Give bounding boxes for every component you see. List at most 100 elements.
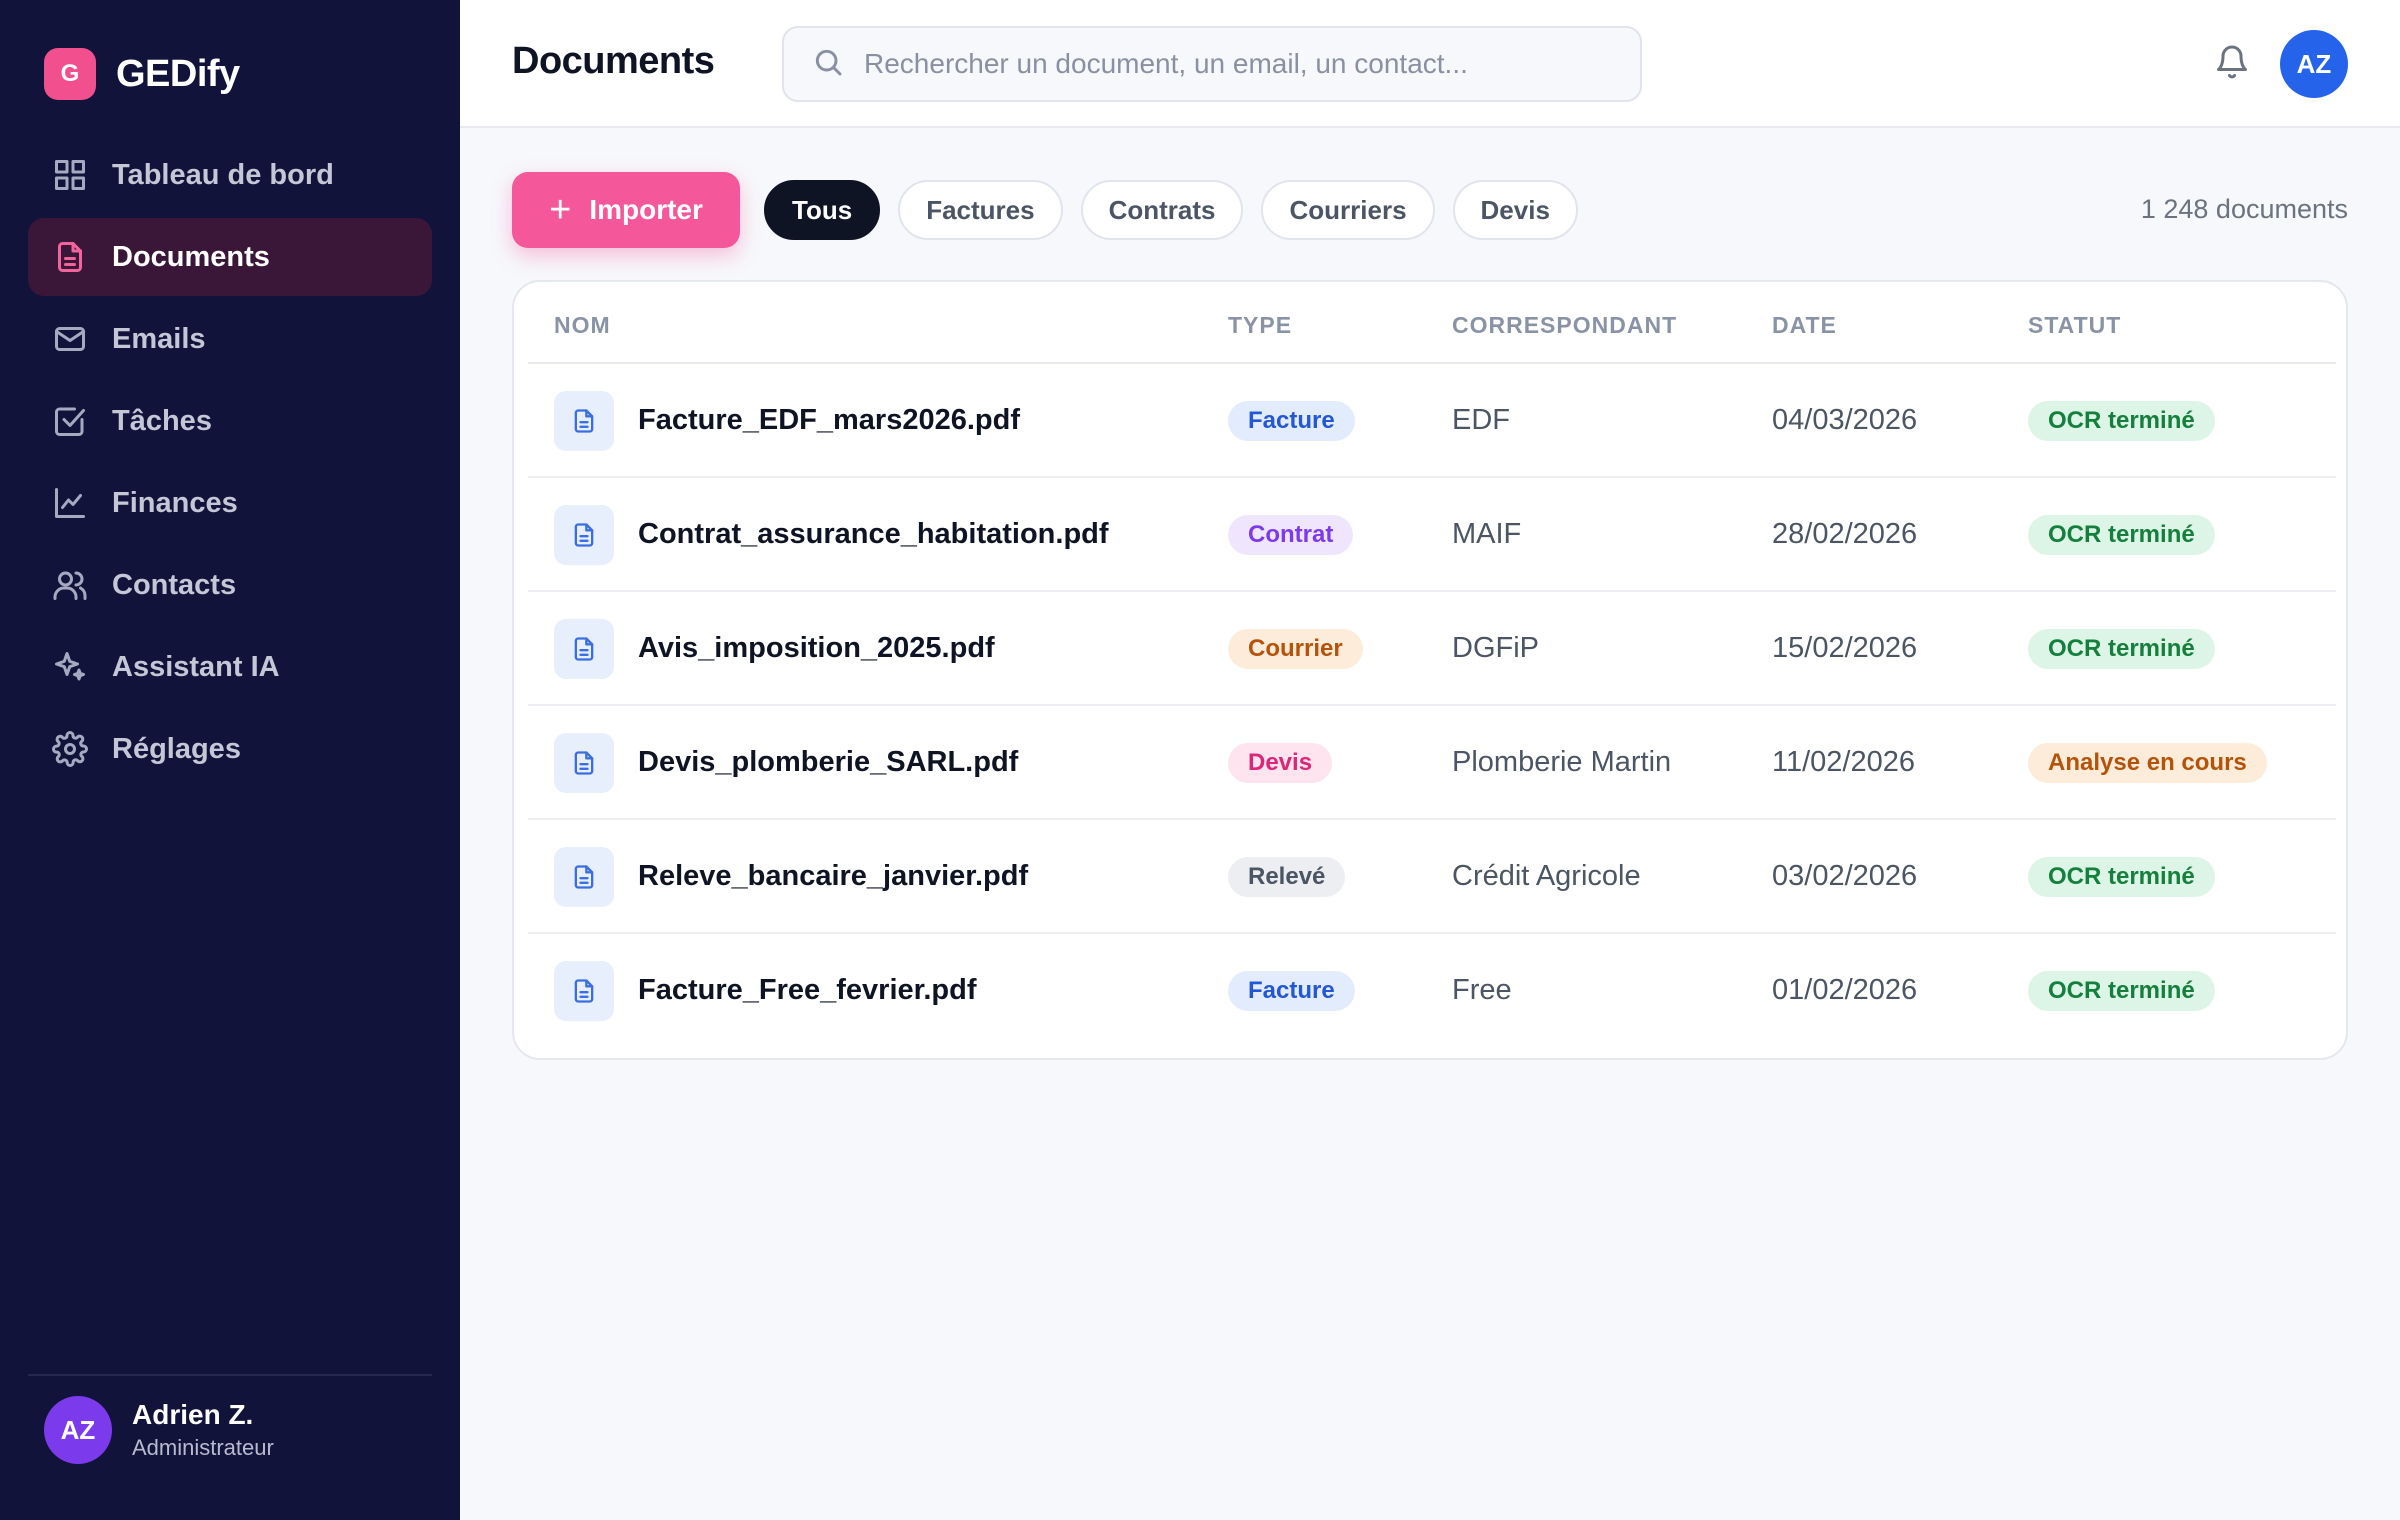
sidebar-divider — [28, 1374, 432, 1376]
column-header-correspondent[interactable]: CORRESPONDANT — [1452, 312, 1677, 339]
status-badge: OCR terminé — [2028, 971, 2215, 1011]
sidebar-item-label: Finances — [112, 486, 238, 519]
user-name: Adrien Z. — [132, 1399, 254, 1430]
sidebar: G GEDify Tableau de bord Documents Email… — [0, 0, 460, 1520]
document-date: 03/02/2026 — [1772, 860, 1918, 892]
filter-chip-courriers[interactable]: Courriers — [1261, 180, 1435, 240]
table-row[interactable]: Devis_plomberie_SARL.pdf Devis Plomberie… — [528, 706, 2336, 820]
sidebar-item-contacts[interactable]: Contacts — [28, 546, 432, 624]
sidebar-item-documents[interactable]: Documents — [28, 218, 432, 296]
sidebar-item-label: Documents — [112, 240, 270, 273]
filter-chips: Tous Factures Contrats Courriers Devis — [764, 180, 1596, 240]
chart-line-icon — [52, 485, 88, 521]
avatar: AZ — [44, 1396, 112, 1464]
document-date: 11/02/2026 — [1772, 746, 1915, 778]
status-badge: Analyse en cours — [2028, 743, 2267, 783]
document-name[interactable]: Contrat_assurance_habitation.pdf — [638, 518, 1109, 551]
gear-icon — [52, 731, 88, 767]
import-button[interactable]: + Importer — [512, 172, 740, 248]
plus-icon: + — [549, 189, 572, 231]
correspondent: MAIF — [1452, 518, 1522, 550]
document-name[interactable]: Devis_plomberie_SARL.pdf — [638, 746, 1018, 779]
filter-chip-contrats[interactable]: Contrats — [1080, 180, 1244, 240]
import-button-label: Importer — [589, 194, 703, 225]
table-row[interactable]: Facture_EDF_mars2026.pdf Facture EDF 04/… — [528, 364, 2336, 478]
type-badge: Facture — [1228, 401, 1355, 441]
document-name[interactable]: Releve_bancaire_janvier.pdf — [638, 860, 1028, 893]
filter-chip-devis[interactable]: Devis — [1452, 180, 1578, 240]
document-icon — [52, 239, 88, 275]
users-icon — [52, 567, 88, 603]
sparkles-icon — [52, 649, 88, 685]
app-name: GEDify — [116, 52, 240, 95]
bell-icon[interactable] — [2212, 40, 2252, 84]
correspondent: Free — [1452, 974, 1512, 1006]
sidebar-item-label: Assistant IA — [112, 650, 280, 683]
filter-chip-factures[interactable]: Factures — [898, 180, 1063, 240]
document-date: 28/02/2026 — [1772, 518, 1918, 550]
file-icon — [554, 847, 614, 907]
type-badge: Contrat — [1228, 515, 1354, 555]
sidebar-item-label: Tâches — [112, 404, 212, 437]
checkbox-icon — [52, 403, 88, 439]
status-badge: OCR terminé — [2028, 629, 2215, 669]
document-date: 04/03/2026 — [1772, 404, 1918, 436]
sidebar-item-label: Tableau de bord — [112, 158, 334, 191]
document-name[interactable]: Facture_Free_fevrier.pdf — [638, 974, 976, 1007]
column-header-type[interactable]: TYPE — [1228, 312, 1292, 339]
table-row[interactable]: Facture_Free_fevrier.pdf Facture Free 01… — [528, 934, 2336, 1048]
top-header: Documents AZ — [460, 0, 2400, 128]
sidebar-item-taches[interactable]: Tâches — [28, 382, 432, 460]
sidebar-item-assistant-ia[interactable]: Assistant IA — [28, 628, 432, 706]
document-count: 1 248 documents — [2140, 194, 2348, 224]
sidebar-nav: Tableau de bord Documents Emails Tâches … — [28, 136, 432, 792]
document-name[interactable]: Avis_imposition_2025.pdf — [638, 632, 995, 665]
file-icon — [554, 961, 614, 1021]
sidebar-item-tableau-de-bord[interactable]: Tableau de bord — [28, 136, 432, 214]
correspondent: Crédit Agricole — [1452, 860, 1641, 892]
column-header-status[interactable]: STATUT — [2028, 312, 2121, 339]
user-profile[interactable]: AZ Adrien Z. Administrateur — [44, 1396, 274, 1464]
file-icon — [554, 733, 614, 793]
correspondent: DGFiP — [1452, 632, 1539, 664]
sidebar-item-label: Emails — [112, 322, 206, 355]
brand[interactable]: G GEDify — [44, 48, 240, 100]
status-badge: OCR terminé — [2028, 401, 2215, 441]
column-header-name[interactable]: NOM — [554, 312, 611, 339]
column-header-date[interactable]: DATE — [1772, 312, 1837, 339]
grid-icon — [52, 157, 88, 193]
table-row[interactable]: Releve_bancaire_janvier.pdf Relevé Crédi… — [528, 820, 2336, 934]
correspondent: Plomberie Martin — [1452, 746, 1672, 778]
document-date: 01/02/2026 — [1772, 974, 1918, 1006]
table-row[interactable]: Contrat_assurance_habitation.pdf Contrat… — [528, 478, 2336, 592]
table-header: NOM TYPE CORRESPONDANT DATE STATUT — [528, 282, 2336, 364]
type-badge: Courrier — [1228, 629, 1363, 669]
sidebar-item-label: Réglages — [112, 732, 241, 765]
correspondent: EDF — [1452, 404, 1510, 436]
documents-table: NOM TYPE CORRESPONDANT DATE STATUT Factu… — [512, 280, 2348, 1060]
avatar[interactable]: AZ — [2280, 30, 2348, 98]
page-title: Documents — [512, 40, 715, 82]
sidebar-item-finances[interactable]: Finances — [28, 464, 432, 542]
type-badge: Relevé — [1228, 857, 1346, 897]
sidebar-item-label: Contacts — [112, 568, 237, 601]
type-badge: Facture — [1228, 971, 1355, 1011]
file-icon — [554, 619, 614, 679]
mail-icon — [52, 321, 88, 357]
search-box[interactable] — [782, 26, 1642, 102]
sidebar-item-emails[interactable]: Emails — [28, 300, 432, 378]
filter-chip-tous[interactable]: Tous — [764, 180, 881, 240]
status-badge: OCR terminé — [2028, 515, 2215, 555]
type-badge: Devis — [1228, 743, 1333, 783]
status-badge: OCR terminé — [2028, 857, 2215, 897]
file-icon — [554, 505, 614, 565]
file-icon — [554, 391, 614, 451]
sidebar-item-reglages[interactable]: Réglages — [28, 710, 432, 788]
search-icon — [812, 46, 844, 83]
document-date: 15/02/2026 — [1772, 632, 1918, 664]
user-role: Administrateur — [132, 1435, 274, 1460]
app-logo: G — [44, 48, 96, 100]
document-name[interactable]: Facture_EDF_mars2026.pdf — [638, 404, 1020, 437]
search-input[interactable] — [864, 48, 1624, 80]
table-row[interactable]: Avis_imposition_2025.pdf Courrier DGFiP … — [528, 592, 2336, 706]
